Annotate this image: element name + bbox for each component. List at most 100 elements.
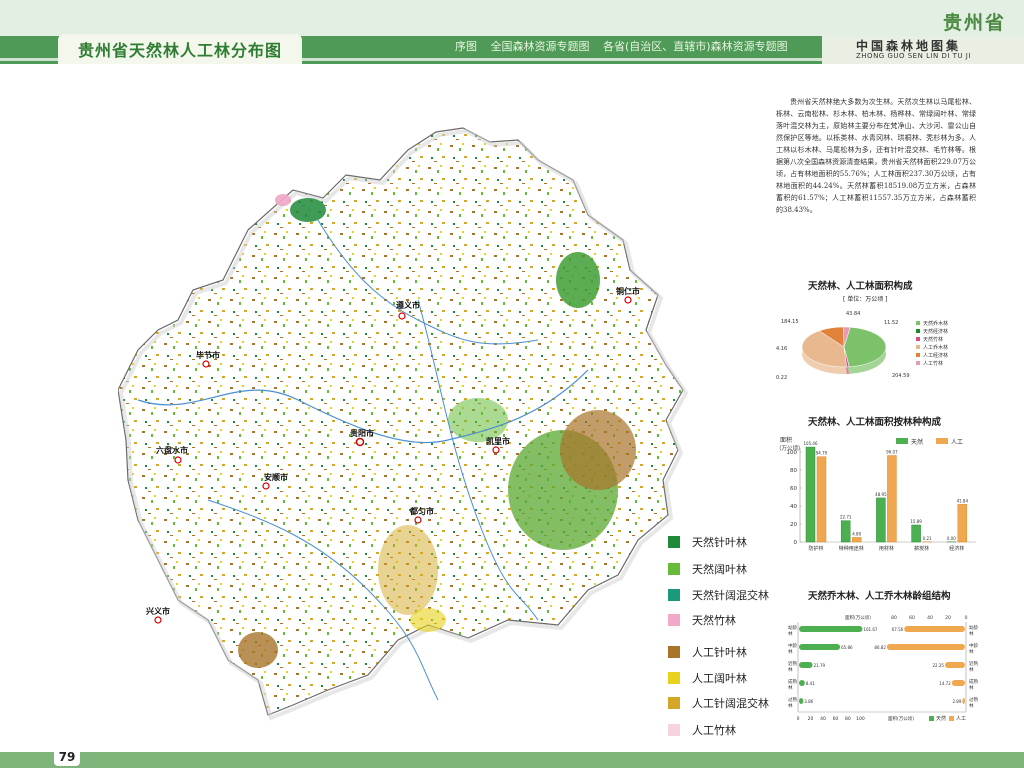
age-category-label-left: 成熟: [788, 678, 797, 685]
bar-value-label: 41.84: [957, 498, 969, 503]
age-top-tick: 20: [945, 615, 951, 621]
age-category-label-right: 成熟: [969, 678, 978, 685]
age-category-label-left: 林: [788, 648, 793, 655]
age-planted-value: 22.25: [933, 663, 945, 668]
nav-item-national[interactable]: 全国森林资源专题图: [491, 40, 590, 53]
svg-text:毕节市: 毕节市: [196, 350, 220, 360]
legend-swatch: [668, 697, 680, 709]
footer-bar: [0, 752, 1024, 768]
bar-value-label: 4.80: [852, 531, 861, 536]
legend-item: 天然竹林: [668, 613, 736, 627]
age-natural-bar: [799, 644, 841, 650]
pie-legend-swatch: [916, 361, 920, 365]
bar-category-label: 经济林: [949, 545, 964, 552]
age-natural-value: 3.86: [804, 699, 813, 704]
map-label-xingyi[interactable]: 兴义市: [146, 606, 170, 624]
bar-rect: [851, 537, 862, 543]
nav-item-provincial[interactable]: 各省(自治区、直辖市)森林资源专题图: [603, 40, 788, 53]
bar-rect: [816, 456, 827, 543]
nav-item-intro[interactable]: 序图: [455, 40, 477, 53]
svg-text:兴义市: 兴义市: [146, 606, 170, 616]
bar-value-label: 105.46: [804, 441, 818, 446]
legend-label: 人工针叶林: [692, 646, 747, 659]
age-legend-label: 人工: [956, 716, 966, 722]
legend-swatch: [668, 614, 680, 626]
age-top-tick: 60: [909, 615, 915, 621]
bar-rect: [887, 455, 897, 543]
legend-swatch: [668, 724, 680, 736]
age-natural-bar: [799, 626, 863, 632]
legend-swatch: [668, 672, 680, 684]
page-number: 79: [54, 748, 80, 766]
bar-rect: [911, 524, 921, 543]
bar-value-label: 15.89: [910, 519, 922, 524]
pie-value-label: 11.52: [884, 320, 898, 326]
pie-value-label: 0.22: [776, 375, 787, 381]
age-bottom-tick: 40: [820, 716, 826, 722]
province-label: 贵州省: [942, 12, 1006, 34]
age-category-label-right: 林: [969, 648, 974, 655]
page-title: 贵州省天然林人工林分布图: [77, 41, 282, 60]
natural-conifer-patch-n: [290, 198, 326, 222]
age-category-label-left: 林: [788, 630, 793, 637]
age-top-tick: 40: [927, 615, 933, 621]
age-planted-bar: [904, 626, 965, 632]
age-category-label-right: 林: [969, 702, 974, 709]
pie-value-label: 184.15: [781, 319, 799, 325]
bar-category-label: 防护林: [808, 545, 823, 552]
legend-label: 天然针阔混交林: [692, 589, 769, 602]
pie-chart-subtitle: [ 单位：万公顷 ]: [843, 296, 888, 303]
pie-legend-swatch: [916, 337, 920, 341]
pie-legend-label: 人工乔木林: [923, 344, 948, 351]
age-category-label-right: 过熟: [969, 696, 978, 703]
legend-item: 天然针阔混交林: [668, 588, 769, 602]
age-planted-bar: [886, 644, 965, 650]
bar-y-tick: 20: [790, 522, 797, 528]
atlas-title-box: 中国森林地图集 ZHONG GUO SEN LIN DI TU JI: [822, 36, 1024, 64]
pie-value-label: 204.59: [892, 373, 910, 379]
bar-rect: [876, 497, 886, 543]
svg-text:都匀市: 都匀市: [409, 506, 434, 516]
legend-item: 天然针叶林: [668, 535, 747, 549]
pie-legend-label: 人工竹林: [923, 360, 943, 367]
age-structure-chart: 面积(万公顷) 80 60 40 20 0 0 20 40 60 80 100 面积(万公顷) 天然 人工 幼…: [788, 614, 978, 722]
planted-conifer-patch-se: [560, 410, 636, 490]
pie-legend-swatch: [916, 353, 920, 357]
age-category-label-left: 林: [788, 666, 793, 673]
planted-conifer-patch-sw: [238, 632, 278, 668]
legend-label: 人工阔叶林: [692, 672, 747, 685]
legend-label: 天然阔叶林: [692, 563, 747, 576]
natural-broadleaf-patch-ne: [556, 252, 600, 308]
bar-y-tick: 80: [790, 468, 797, 474]
age-category-label-right: 幼龄: [969, 624, 978, 631]
legend-label: 天然针叶林: [692, 536, 747, 549]
pie-value-label: 4.16: [776, 346, 787, 352]
pie-legend-label: 天然竹林: [923, 336, 943, 343]
pie-legend-swatch: [916, 321, 920, 325]
legend-swatch: [668, 589, 680, 601]
bar-legend-swatch: [936, 438, 948, 444]
legend-swatch: [668, 536, 680, 548]
pie-legend-label: 人工经济林: [923, 352, 948, 359]
bar-y-tick: 60: [790, 486, 797, 492]
age-bottom-tick: 100: [856, 716, 865, 722]
forest-distribution-map[interactable]: 遵义市 贵阳市 安顺市 六盘水市 毕节市 铜仁市 兴义市 都匀市 凯里市: [117, 120, 698, 745]
age-category-label-right: 林: [969, 666, 974, 673]
svg-text:安顺市: 安顺市: [264, 472, 288, 482]
pie-legend-label: 天然经济林: [923, 328, 948, 335]
pie-chart-title: 天然林、人工林面积构成: [808, 281, 913, 292]
age-planted-bar: [962, 698, 965, 704]
svg-text:凯里市: 凯里市: [486, 436, 510, 446]
bar-rect: [957, 504, 968, 543]
bar-value-label: 22.71: [840, 515, 852, 520]
age-top-tick: 0: [965, 615, 968, 621]
age-natural-value: 21.79: [814, 663, 826, 668]
bar-legend-swatch: [896, 438, 908, 444]
age-category-label-right: 林: [969, 630, 974, 637]
legend-item: 天然阔叶林: [668, 562, 747, 576]
svg-text:遵义市: 遵义市: [396, 300, 420, 310]
map-svg: 遵义市 贵阳市 安顺市 六盘水市 毕节市 铜仁市 兴义市 都匀市 凯里市: [117, 127, 689, 721]
age-natural-bar: [799, 680, 805, 686]
age-bottom-tick: 0: [797, 716, 800, 722]
age-category-label-left: 过熟: [788, 696, 797, 703]
